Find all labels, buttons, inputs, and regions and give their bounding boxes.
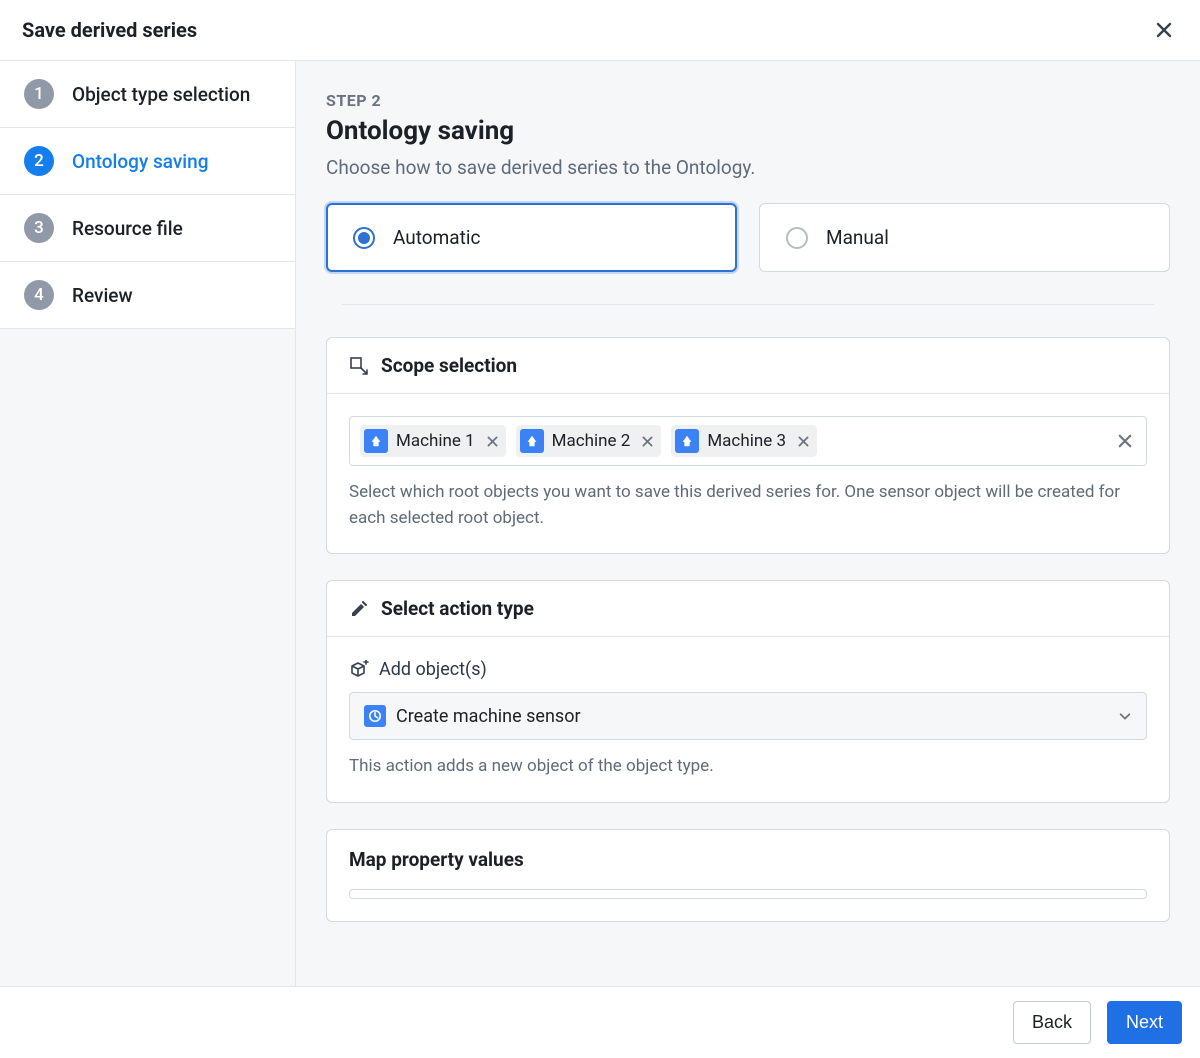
card-title: Select action type xyxy=(381,597,534,620)
add-object-icon xyxy=(349,660,369,680)
clear-tags-button[interactable] xyxy=(1114,430,1136,452)
object-icon xyxy=(520,429,544,453)
chevron-down-icon xyxy=(1118,709,1132,723)
dialog-body: 1 Object type selection 2 Ontology savin… xyxy=(0,61,1200,986)
remove-tag-button[interactable] xyxy=(794,436,809,447)
tag-label: Machine 3 xyxy=(707,431,786,451)
scope-objects-input[interactable]: Machine 1 Machine 2 xyxy=(349,416,1147,466)
scope-selection-card: Scope selection Machine 1 xyxy=(326,337,1170,554)
step-number: 1 xyxy=(24,79,54,109)
step-review[interactable]: 4 Review xyxy=(0,262,295,329)
action-help-text: This action adds a new object of the obj… xyxy=(349,754,1147,780)
card-title: Map property values xyxy=(327,830,1169,889)
step-content: STEP 2 Ontology saving Choose how to sav… xyxy=(296,61,1200,986)
card-title: Scope selection xyxy=(381,354,517,377)
step-ontology-saving[interactable]: 2 Ontology saving xyxy=(0,128,295,195)
step-label: Review xyxy=(72,284,133,307)
save-derived-series-dialog: Save derived series 1 Object type select… xyxy=(0,0,1200,1058)
card-header: Select action type xyxy=(327,581,1169,637)
save-mode-selector: Automatic Manual xyxy=(326,203,1170,272)
map-property-values-card: Map property values xyxy=(326,829,1170,922)
radio-icon xyxy=(353,227,375,249)
scope-help-text: Select which root objects you want to sa… xyxy=(349,480,1147,531)
add-objects-label: Add object(s) xyxy=(349,659,1147,680)
step-number: 4 xyxy=(24,280,54,310)
divider xyxy=(342,304,1154,305)
action-type-icon xyxy=(349,599,369,619)
dialog-footer: Back Next xyxy=(0,986,1200,1058)
next-button[interactable]: Next xyxy=(1107,1001,1182,1044)
step-number: 3 xyxy=(24,213,54,243)
object-icon xyxy=(364,429,388,453)
map-placeholder xyxy=(349,889,1147,899)
tag-label: Machine 1 xyxy=(396,431,475,451)
mode-automatic[interactable]: Automatic xyxy=(326,203,737,272)
close-icon xyxy=(1156,22,1172,38)
radio-icon xyxy=(786,227,808,249)
tag-label: Machine 2 xyxy=(552,431,631,451)
select-value: Create machine sensor xyxy=(396,706,581,727)
mode-label: Automatic xyxy=(393,226,480,249)
card-header: Scope selection xyxy=(327,338,1169,394)
step-number: 2 xyxy=(24,146,54,176)
step-heading: Ontology saving xyxy=(326,116,1170,146)
step-object-type-selection[interactable]: 1 Object type selection xyxy=(0,61,295,128)
step-subheading: Choose how to save derived series to the… xyxy=(326,156,1170,179)
close-button[interactable] xyxy=(1150,16,1178,44)
steps-sidebar: 1 Object type selection 2 Ontology savin… xyxy=(0,61,296,986)
remove-tag-button[interactable] xyxy=(638,436,653,447)
dialog-header: Save derived series xyxy=(0,0,1200,61)
step-eyebrow: STEP 2 xyxy=(326,91,1170,110)
scope-tag: Machine 1 xyxy=(360,425,506,457)
step-label: Object type selection xyxy=(72,83,250,106)
scope-tag: Machine 2 xyxy=(516,425,662,457)
back-button[interactable]: Back xyxy=(1013,1001,1091,1044)
scope-tag: Machine 3 xyxy=(671,425,817,457)
scope-icon xyxy=(349,356,369,376)
object-icon xyxy=(675,429,699,453)
action-select[interactable]: Create machine sensor xyxy=(349,692,1147,740)
step-resource-file[interactable]: 3 Resource file xyxy=(0,195,295,262)
step-label: Ontology saving xyxy=(72,150,208,173)
select-action-type-card: Select action type Add object(s) xyxy=(326,580,1170,803)
step-label: Resource file xyxy=(72,217,183,240)
sensor-action-icon xyxy=(364,705,386,727)
remove-tag-button[interactable] xyxy=(483,436,498,447)
dialog-title: Save derived series xyxy=(22,18,197,42)
mode-manual[interactable]: Manual xyxy=(759,203,1170,272)
mode-label: Manual xyxy=(826,226,889,249)
